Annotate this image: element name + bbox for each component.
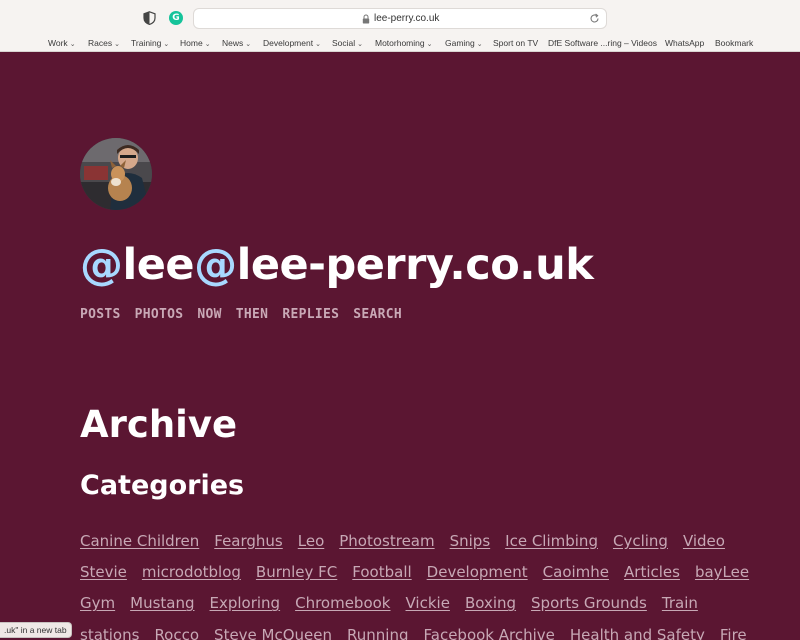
site-nav: POSTS PHOTOS NOW THEN REPLIES SEARCH [80, 307, 416, 322]
category-link[interactable]: Rocco [154, 626, 199, 640]
site-title-domain: lee-perry.co.uk [236, 240, 594, 290]
site-title-user: lee [122, 240, 195, 290]
site-title[interactable]: @lee@lee-perry.co.uk [80, 238, 594, 292]
category-link[interactable]: Mustang [130, 594, 194, 612]
site-title-at: @ [194, 240, 237, 290]
category-link[interactable]: Burnley FC [256, 563, 337, 581]
category-link[interactable]: Vickie [406, 594, 450, 612]
nav-posts[interactable]: POSTS [80, 307, 121, 322]
bookmark-whatsapp[interactable]: WhatsApp [665, 37, 704, 49]
category-link[interactable]: Fire [720, 626, 747, 640]
grammarly-extension-icon[interactable]: G [169, 11, 183, 25]
category-link[interactable]: Football [352, 563, 411, 581]
chevron-down-icon: ⌄ [114, 41, 120, 48]
lock-icon [362, 14, 370, 24]
category-link[interactable]: Caoimhe [543, 563, 609, 581]
category-link[interactable]: Running [347, 626, 408, 640]
chevron-down-icon: ⌄ [204, 41, 211, 48]
privacy-shield-icon[interactable] [143, 11, 156, 25]
category-link[interactable]: Photostream [339, 532, 434, 550]
chevron-down-icon: ⌄ [163, 41, 170, 48]
chevron-down-icon: ⌄ [315, 41, 321, 48]
category-link[interactable]: Stevie [80, 563, 127, 581]
chevron-down-icon: ⌄ [357, 41, 364, 48]
bookmark-training[interactable]: Training ⌄ [131, 37, 169, 51]
page-title: Archive [80, 403, 238, 446]
category-link[interactable]: Video [683, 532, 725, 550]
bookmark-motorhoming[interactable]: Motorhoming ⌄ [375, 37, 432, 51]
bookmark-bookmark[interactable]: Bookmark [715, 37, 753, 49]
category-row: Gym Mustang Exploring Chromebook Vickie Boxin… [80, 588, 720, 619]
category-row: stations Rocco Steve McQueen Running Faceboo… [80, 619, 747, 640]
bookmark-social[interactable]: Social ⌄ [332, 37, 363, 51]
category-link[interactable]: bayLee [695, 563, 749, 581]
bookmark-gaming[interactable]: Gaming ⌄ [445, 37, 483, 51]
category-link[interactable]: Development [427, 563, 528, 581]
chevron-down-icon: ⌄ [476, 41, 483, 48]
category-link[interactable]: stations [80, 626, 139, 640]
site-title-at: @ [80, 240, 123, 290]
nav-search[interactable]: SEARCH [353, 307, 402, 322]
bookmark-races[interactable]: Races ⌄ [88, 37, 120, 51]
category-link[interactable]: Boxing [465, 594, 516, 612]
category-link[interactable]: microdotblog [142, 563, 241, 581]
category-link[interactable]: Fearghus [214, 532, 282, 550]
category-list: Canine Children Fearghus Leo Photostream Sni… [80, 525, 749, 640]
bookmarks-bar: Work ⌄ Races ⌄ Training ⌄ Home ⌄ News ⌄ Devel… [0, 37, 800, 49]
category-link[interactable]: Canine Children [80, 532, 199, 550]
chevron-down-icon: ⌄ [426, 41, 433, 48]
avatar[interactable] [80, 138, 152, 210]
bookmark-home[interactable]: Home ⌄ [180, 37, 211, 51]
address-bar[interactable]: lee-perry.co.uk [193, 8, 607, 29]
category-link[interactable]: Leo [298, 532, 325, 550]
bookmark-news[interactable]: News ⌄ [222, 37, 251, 51]
categories-heading: Categories [80, 470, 245, 501]
bookmark-work[interactable]: Work ⌄ [48, 37, 76, 51]
link-status-tooltip: .uk" in a new tab [0, 622, 72, 638]
category-link[interactable]: Articles [624, 563, 680, 581]
url-text: lee-perry.co.uk [374, 13, 440, 24]
chevron-down-icon: ⌄ [245, 41, 252, 48]
avatar-photo [80, 138, 152, 210]
category-link[interactable]: Steve McQueen [214, 626, 332, 640]
category-row: Stevie microdotblog Burnley FC Football Deve… [80, 556, 749, 587]
nav-then[interactable]: THEN [236, 307, 269, 322]
category-link[interactable]: Chromebook [295, 594, 390, 612]
category-link[interactable]: Train [662, 594, 698, 612]
category-link[interactable]: Ice Climbing [505, 532, 598, 550]
nav-replies[interactable]: REPLIES [282, 307, 339, 322]
category-link[interactable]: Sports Grounds [531, 594, 647, 612]
bookmark-dfe-software[interactable]: DfE Software ...ring – Videos [548, 37, 657, 49]
category-link[interactable]: Snips [450, 532, 491, 550]
category-link[interactable]: Gym [80, 594, 115, 612]
chevron-down-icon: ⌄ [69, 41, 76, 48]
category-link[interactable]: Cycling [613, 532, 668, 550]
bookmark-sport-on-tv[interactable]: Sport on TV [493, 37, 538, 49]
browser-toolbar: G lee-perry.co.uk Work ⌄ Races ⌄ Training ⌄… [0, 0, 800, 52]
nav-now[interactable]: NOW [197, 307, 221, 322]
category-link[interactable]: Health and Safety [570, 626, 705, 640]
category-link[interactable]: Exploring [210, 594, 281, 612]
nav-photos[interactable]: PHOTOS [135, 307, 184, 322]
bookmark-development[interactable]: Development ⌄ [263, 37, 321, 51]
reload-icon[interactable] [589, 13, 600, 24]
category-row: Canine Children Fearghus Leo Photostream Sni… [80, 525, 725, 556]
category-link[interactable]: Facebook Archive [424, 626, 555, 640]
